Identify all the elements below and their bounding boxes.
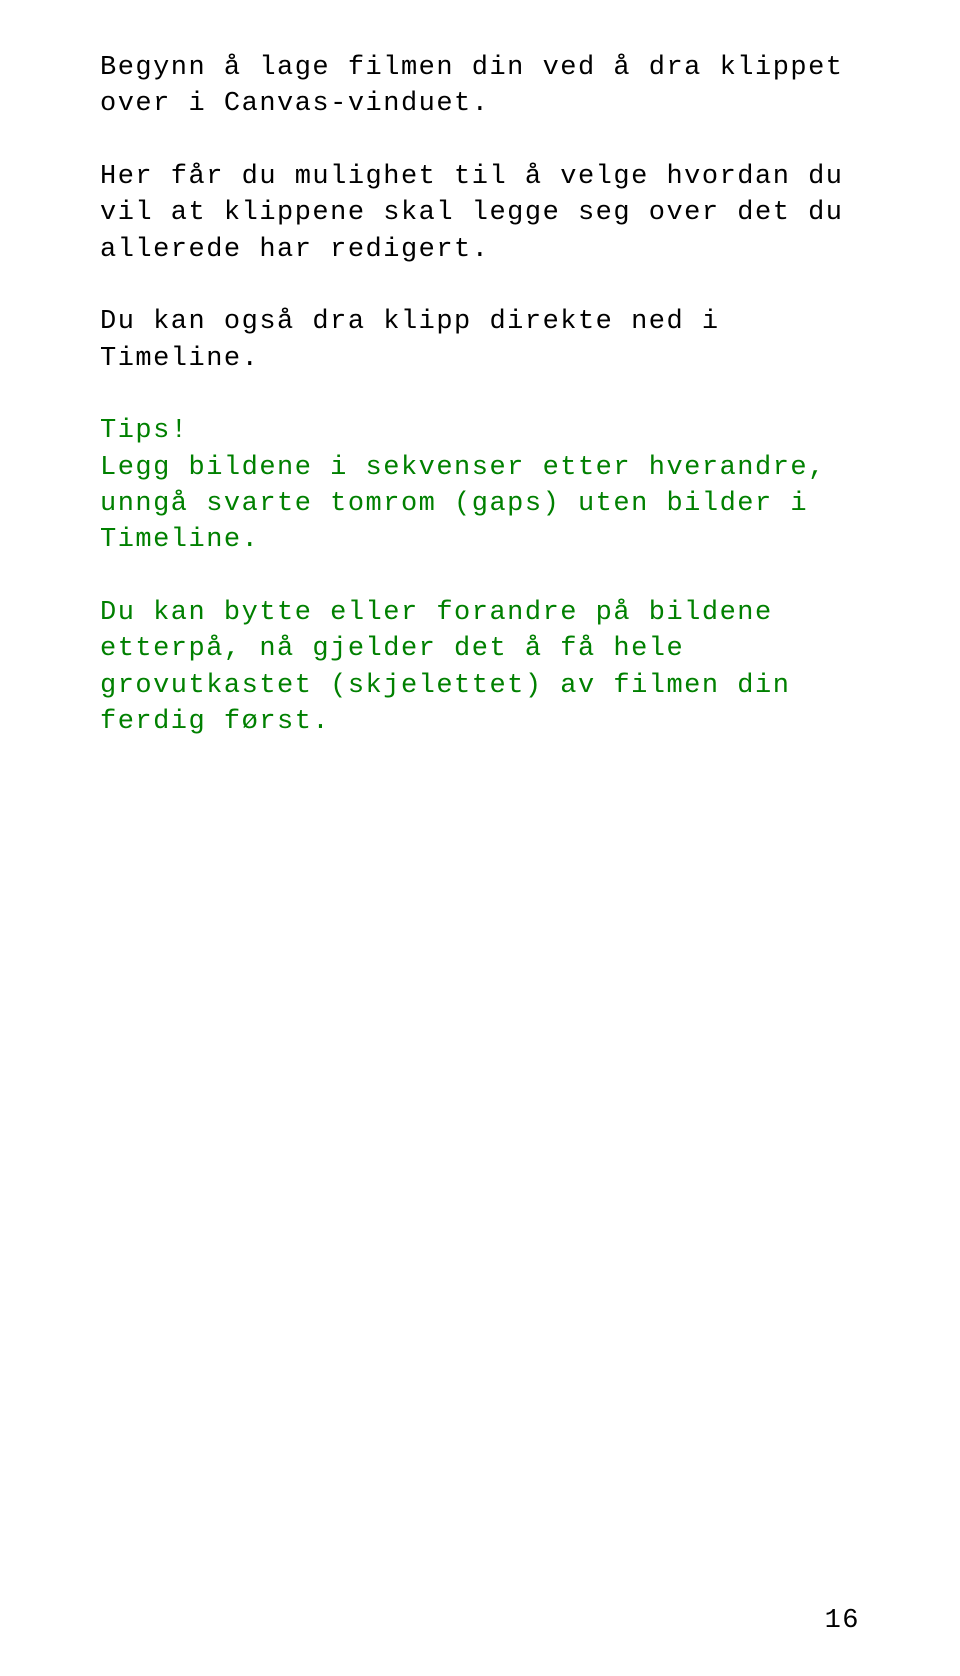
document-page: Begynn å lage filmen din ved å dra klipp… <box>0 0 960 1676</box>
body-paragraph: Her får du mulighet til å velge hvordan … <box>100 159 860 268</box>
body-paragraph: Begynn å lage filmen din ved å dra klipp… <box>100 50 860 123</box>
page-number: 16 <box>825 1606 860 1636</box>
tip-paragraph: Du kan bytte eller forandre på bildene e… <box>100 595 860 741</box>
tip-paragraph: Tips! Legg bildene i sekvenser etter hve… <box>100 413 860 559</box>
body-paragraph: Du kan også dra klipp direkte ned i Time… <box>100 304 860 377</box>
